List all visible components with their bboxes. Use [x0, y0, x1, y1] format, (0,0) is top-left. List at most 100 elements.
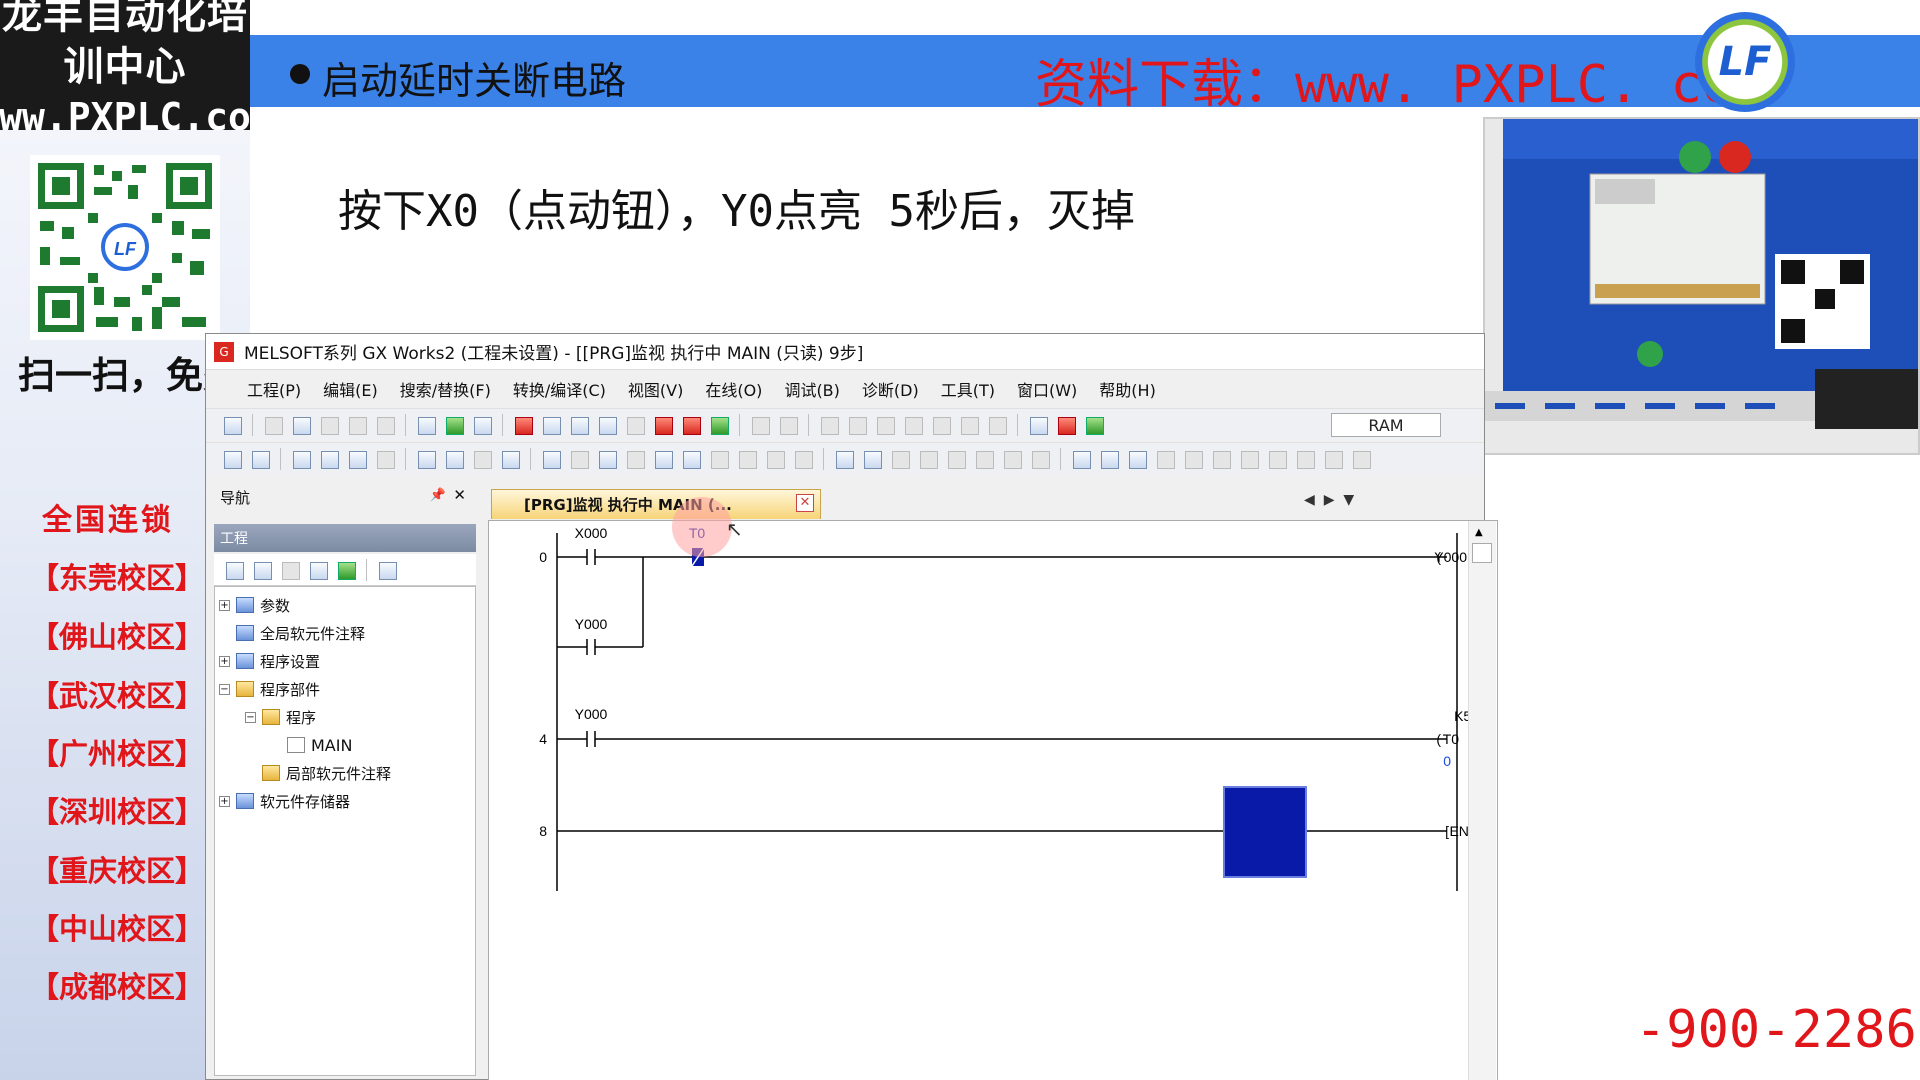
toolbar-icon[interactable] — [443, 448, 465, 470]
toolbar-icon[interactable] — [930, 414, 952, 436]
device-monitor-icon[interactable] — [708, 414, 730, 436]
navigation-toggle-icon[interactable] — [221, 448, 243, 470]
parallel-no-icon[interactable] — [596, 448, 618, 470]
toolbar-icon[interactable] — [415, 448, 437, 470]
toolbar-icon[interactable] — [1210, 448, 1232, 470]
device-test-icon[interactable] — [680, 414, 702, 436]
toolbar-icon[interactable] — [318, 448, 340, 470]
help-icon[interactable] — [471, 448, 493, 470]
write-plc-icon[interactable] — [512, 414, 534, 436]
tree-item-parameter[interactable]: + 参数 — [219, 593, 290, 617]
device-batch-icon[interactable] — [624, 414, 646, 436]
tab-main[interactable]: [PRG]监视 执行中 MAIN (... ✕ — [491, 489, 821, 519]
verify-icon[interactable] — [568, 414, 590, 436]
cut-icon[interactable] — [262, 414, 284, 436]
tree-item-device-memory[interactable]: + 软元件存储器 — [219, 789, 350, 813]
menu-compile[interactable]: 转换/编译(C) — [502, 377, 617, 401]
filter-icon[interactable] — [376, 559, 398, 581]
menu-diagnostics[interactable]: 诊断(D) — [851, 377, 930, 401]
paste-icon[interactable] — [318, 414, 340, 436]
memory-select[interactable]: RAM — [1331, 413, 1441, 437]
toolbar-icon[interactable] — [374, 448, 396, 470]
read-plc-icon[interactable] — [540, 414, 562, 436]
close-icon[interactable]: ✕ — [453, 486, 466, 504]
delete-vline-icon[interactable] — [792, 448, 814, 470]
vertical-scrollbar[interactable]: ▲ — [1468, 521, 1496, 1080]
instruction-icon[interactable] — [680, 448, 702, 470]
toolbar-icon[interactable] — [1027, 414, 1049, 436]
paste-data-icon[interactable] — [279, 559, 301, 581]
rising-edge-icon[interactable] — [833, 448, 855, 470]
tab-next-icon[interactable]: ▶ — [1324, 492, 1335, 508]
contact-nc-icon[interactable] — [568, 448, 590, 470]
contact-no-icon[interactable] — [540, 448, 562, 470]
menu-find-replace[interactable]: 搜索/替换(F) — [389, 377, 502, 401]
find-icon[interactable] — [596, 414, 618, 436]
window-titlebar[interactable]: G MELSOFT系列 GX Works2 (工程未设置) - [[PRG]监视… — [206, 334, 1484, 370]
tree-item-program-setting[interactable]: + 程序设置 — [219, 649, 320, 673]
toolbar-icon[interactable] — [1154, 448, 1176, 470]
toolbar-icon[interactable] — [958, 414, 980, 436]
menu-view[interactable]: 视图(V) — [617, 377, 694, 401]
run-icon[interactable] — [1055, 414, 1077, 436]
scroll-up-icon[interactable]: ▲ — [1475, 527, 1483, 538]
toolbar-icon[interactable] — [1001, 448, 1023, 470]
menu-edit[interactable]: 编辑(E) — [312, 377, 389, 401]
vline-icon[interactable] — [736, 448, 758, 470]
toolbar-icon[interactable] — [749, 414, 771, 436]
menu-online[interactable]: 在线(O) — [694, 377, 773, 401]
collapse-icon[interactable]: − — [219, 683, 230, 695]
toolbar-icon[interactable] — [1070, 448, 1092, 470]
toolbar-icon[interactable] — [1126, 448, 1148, 470]
tree-item-global-comment[interactable]: 全局软元件注释 — [236, 621, 365, 645]
new-icon[interactable] — [221, 414, 243, 436]
delete-hline-icon[interactable] — [764, 448, 786, 470]
copy-icon[interactable] — [290, 414, 312, 436]
expand-icon[interactable]: + — [219, 655, 230, 667]
tree-item-program[interactable]: − 程序 — [245, 705, 316, 729]
toolbar-icon[interactable] — [777, 414, 799, 436]
menu-help[interactable]: 帮助(H) — [1088, 377, 1167, 401]
monitor-start-icon[interactable] — [443, 414, 465, 436]
navigation-section-project[interactable]: 工程 — [214, 524, 476, 552]
ladder-editor[interactable]: 0 X000 T0 ( Y000 ) Y000 — [488, 520, 1498, 1080]
pin-icon[interactable]: 📌 — [430, 488, 446, 503]
menu-debug[interactable]: 调试(B) — [773, 377, 850, 401]
toolbar-icon[interactable] — [818, 414, 840, 436]
refresh-icon[interactable] — [335, 559, 357, 581]
menu-project[interactable]: 工程(P) — [236, 377, 312, 401]
toolbar-icon[interactable] — [973, 448, 995, 470]
copy-data-icon[interactable] — [251, 559, 273, 581]
parallel-nc-icon[interactable] — [624, 448, 646, 470]
toolbar-icon[interactable] — [1322, 448, 1344, 470]
tab-list-icon[interactable]: ▼ — [1343, 492, 1354, 508]
tab-prev-icon[interactable]: ◀ — [1304, 492, 1315, 508]
tree-item-pou[interactable]: − 程序部件 — [219, 677, 320, 701]
redo-icon[interactable] — [374, 414, 396, 436]
toolbar-icon[interactable] — [1029, 448, 1051, 470]
toolbar-icon[interactable] — [846, 414, 868, 436]
expand-icon[interactable]: + — [219, 795, 230, 807]
close-tab-icon[interactable]: ✕ — [796, 494, 814, 512]
toolbar-icon[interactable] — [917, 448, 939, 470]
toolbar-icon[interactable] — [1238, 448, 1260, 470]
falling-edge-icon[interactable] — [861, 448, 883, 470]
expand-icon[interactable]: + — [219, 599, 230, 611]
remote-icon[interactable] — [652, 414, 674, 436]
monitor-icon[interactable] — [415, 414, 437, 436]
toolbar-icon[interactable] — [290, 448, 312, 470]
toolbar-icon[interactable] — [1294, 448, 1316, 470]
toolbar-icon[interactable] — [1350, 448, 1372, 470]
menu-window[interactable]: 窗口(W) — [1006, 377, 1088, 401]
hline-icon[interactable] — [708, 448, 730, 470]
coil-icon[interactable] — [652, 448, 674, 470]
toolbar-icon[interactable] — [902, 414, 924, 436]
undo-icon[interactable] — [346, 414, 368, 436]
property-icon[interactable] — [307, 559, 329, 581]
collapse-icon[interactable]: − — [245, 711, 256, 723]
toolbar-icon[interactable] — [346, 448, 368, 470]
new-data-icon[interactable] — [223, 559, 245, 581]
menu-tools[interactable]: 工具(T) — [930, 377, 1006, 401]
toolbar-icon[interactable] — [986, 414, 1008, 436]
toolbar-icon[interactable] — [1182, 448, 1204, 470]
